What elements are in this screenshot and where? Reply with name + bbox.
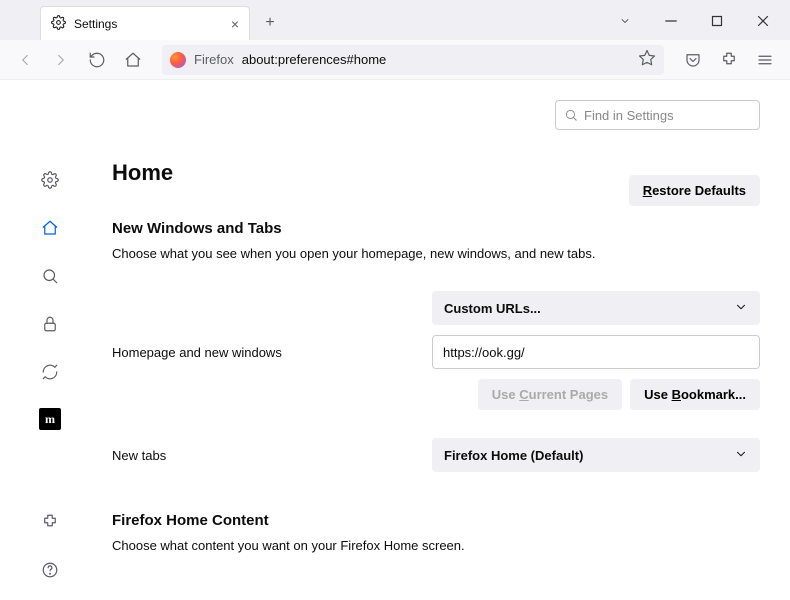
tabs-dropdown-icon[interactable]: [602, 6, 648, 36]
sidebar-item-privacy[interactable]: [38, 312, 62, 336]
newtabs-select[interactable]: Firefox Home (Default): [432, 438, 760, 472]
section-desc-home-content: Choose what content you want on your Fir…: [112, 537, 760, 555]
sidebar-item-sync[interactable]: [38, 360, 62, 384]
section-desc: Choose what you see when you open your h…: [112, 245, 760, 263]
gear-icon: [51, 15, 66, 33]
minimize-button[interactable]: [648, 6, 694, 36]
sidebar-item-home[interactable]: [38, 216, 62, 240]
browser-tab[interactable]: Settings ×: [40, 6, 250, 40]
homepage-label: Homepage and new windows: [112, 345, 432, 360]
menu-icon[interactable]: [750, 45, 780, 75]
forward-button[interactable]: [46, 45, 76, 75]
chevron-down-icon: [734, 447, 748, 464]
search-placeholder: Find in Settings: [584, 108, 674, 123]
close-icon[interactable]: ×: [231, 16, 239, 32]
use-bookmark-button[interactable]: Use Bookmark...: [630, 379, 760, 410]
maximize-button[interactable]: [694, 6, 740, 36]
chevron-down-icon: [734, 300, 748, 317]
firefox-icon: [170, 52, 186, 68]
urlbar-text: about:preferences#home: [242, 52, 387, 67]
newtabs-label: New tabs: [112, 448, 432, 463]
sidebar-item-search[interactable]: [38, 264, 62, 288]
pocket-icon[interactable]: [678, 45, 708, 75]
back-button[interactable]: [10, 45, 40, 75]
settings-main: Find in Settings Home Restore Defaults N…: [100, 80, 790, 600]
homepage-mode-select[interactable]: Custom URLs...: [432, 291, 760, 325]
page-title: Home: [112, 160, 173, 186]
settings-sidebar: m: [0, 80, 100, 600]
tab-title: Settings: [74, 17, 117, 31]
use-current-pages-button[interactable]: Use Current Pages: [478, 379, 622, 410]
reload-button[interactable]: [82, 45, 112, 75]
sidebar-item-extensions[interactable]: [38, 510, 62, 534]
section-heading-windows-tabs: New Windows and Tabs: [112, 220, 760, 237]
content-area: m Find in Settings Home Restore Defaults…: [0, 80, 790, 600]
section-heading-home-content: Firefox Home Content: [112, 512, 760, 529]
restore-defaults-button[interactable]: Restore Defaults: [629, 175, 760, 206]
urlbar-brand: Firefox: [194, 52, 234, 67]
home-button[interactable]: [118, 45, 148, 75]
bookmark-star-icon[interactable]: [638, 49, 656, 70]
sidebar-item-help[interactable]: [38, 558, 62, 582]
close-window-button[interactable]: [740, 6, 786, 36]
toolbar: Firefox about:preferences#home: [0, 40, 790, 80]
sidebar-item-general[interactable]: [38, 168, 62, 192]
tab-bar: Settings × +: [0, 0, 790, 40]
url-bar[interactable]: Firefox about:preferences#home: [162, 45, 664, 75]
settings-search-input[interactable]: Find in Settings: [555, 100, 760, 130]
homepage-url-input[interactable]: https://ook.gg/: [432, 335, 760, 369]
new-tab-button[interactable]: +: [256, 9, 284, 37]
sidebar-item-more[interactable]: m: [39, 408, 61, 430]
extensions-icon[interactable]: [714, 45, 744, 75]
